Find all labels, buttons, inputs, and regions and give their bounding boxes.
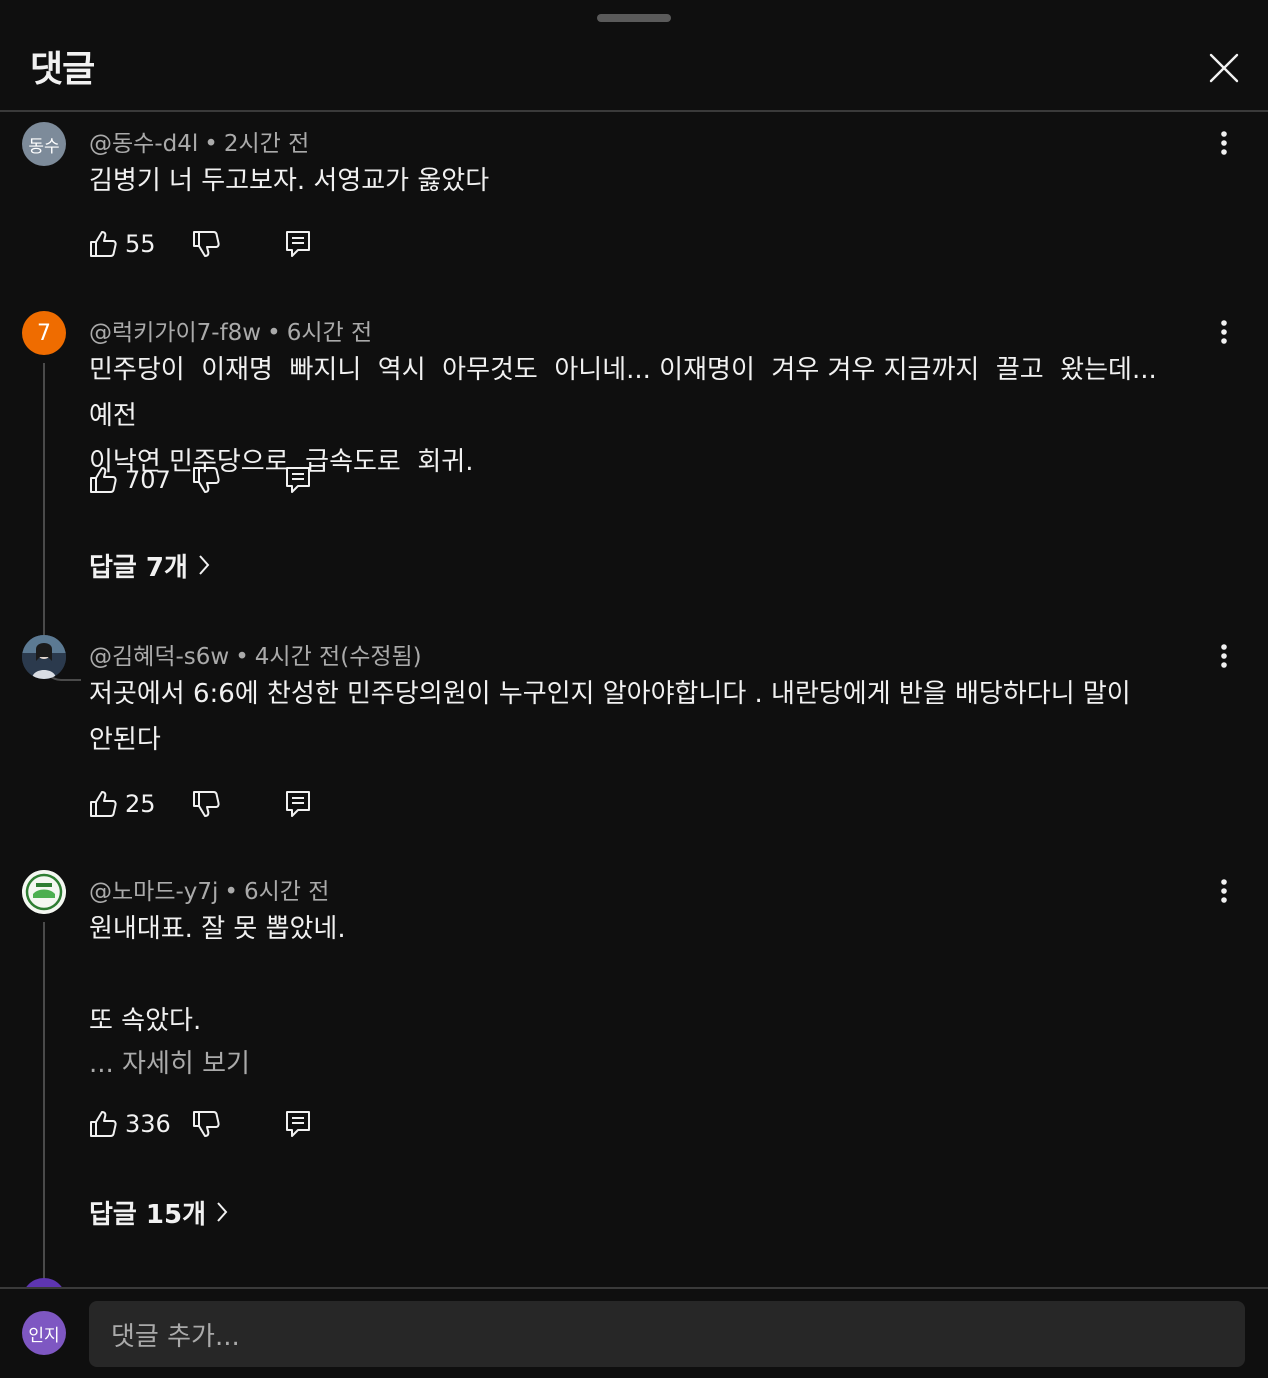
like-button[interactable]: 707 <box>89 460 171 500</box>
comment-composer: 인지 댓글 추가... <box>0 1289 1268 1378</box>
like-button[interactable]: 25 <box>89 784 156 824</box>
next-comment-peek <box>0 1262 1268 1287</box>
comment-author[interactable]: @럭키가이7-f8w <box>89 320 261 346</box>
comment-menu-button[interactable] <box>1204 312 1244 352</box>
comment-meta: @동수-d4l • 2시간 전 <box>89 124 309 158</box>
comment-time: 6시간 전 <box>286 320 373 346</box>
read-more-link[interactable]: ... 자세히 보기 <box>89 1041 250 1087</box>
reply-button[interactable] <box>285 784 311 824</box>
thumb-down-icon <box>193 231 220 257</box>
thumb-up-icon <box>90 467 117 493</box>
comment-time: 6시간 전 <box>244 879 330 905</box>
dislike-button[interactable] <box>192 224 220 264</box>
view-replies-button[interactable]: 답글 7개 <box>89 545 210 585</box>
like-count: 25 <box>125 790 156 818</box>
more-vert-icon <box>1221 644 1227 668</box>
add-comment-input[interactable]: 댓글 추가... <box>89 1301 1245 1367</box>
replies-label: 답글 7개 <box>89 552 188 583</box>
reply-icon <box>286 467 310 493</box>
more-vert-icon <box>1221 131 1227 155</box>
dislike-button[interactable] <box>192 460 220 500</box>
reply-icon <box>286 791 310 817</box>
avatar-text: 인지 <box>28 1325 60 1346</box>
comment-actions: 707 <box>89 460 389 500</box>
reply-icon <box>286 1111 310 1137</box>
comment-meta: @노마드-y7j • 6시간 전 <box>89 872 329 906</box>
like-count: 336 <box>125 1110 171 1138</box>
avatar[interactable] <box>22 635 66 679</box>
reply-button[interactable] <box>285 1104 311 1144</box>
comment-actions: 25 <box>89 784 389 824</box>
like-count: 55 <box>125 230 156 258</box>
current-user-avatar[interactable]: 인지 <box>22 1311 66 1355</box>
comment-menu-button[interactable] <box>1204 871 1244 911</box>
avatar-text: 7 <box>37 320 51 346</box>
comment-menu-button[interactable] <box>1204 123 1244 163</box>
like-button[interactable]: 55 <box>89 224 156 264</box>
more-vert-icon <box>1221 879 1227 903</box>
like-button[interactable]: 336 <box>89 1104 171 1144</box>
dislike-button[interactable] <box>192 784 220 824</box>
comment-text: 김병기 너 두고보자. 서영교가 옳았다 <box>89 166 490 196</box>
thumb-up-icon <box>90 1111 117 1137</box>
avatar-text: 동수 <box>28 136 60 157</box>
chevron-right-icon <box>199 555 210 575</box>
avatar[interactable] <box>22 870 66 914</box>
profile-logo-icon <box>22 870 66 914</box>
avatar[interactable]: 7 <box>22 311 66 355</box>
thumb-down-icon <box>193 1111 220 1137</box>
close-icon <box>1209 53 1239 83</box>
dislike-button[interactable] <box>192 1104 220 1144</box>
profile-photo-icon <box>22 635 66 679</box>
thumb-down-icon <box>193 791 220 817</box>
comment-actions: 55 <box>89 224 389 264</box>
drag-handle[interactable] <box>597 14 671 22</box>
comment-list[interactable]: 동수 @동수-d4l • 2시간 전 김병기 너 두고보자. 서영교가 옳았다 55… <box>0 112 1268 1286</box>
like-count: 707 <box>125 466 171 494</box>
meta-separator: • <box>267 320 281 346</box>
comment-author[interactable]: @김혜덕-s6w <box>89 644 229 670</box>
comment-meta: @럭키가이7-f8w • 6시간 전 <box>89 313 372 347</box>
view-replies-button[interactable]: 답글 15개 <box>89 1192 228 1232</box>
comment-meta: @김혜덕-s6w • 4시간 전(수정됨) <box>89 637 422 671</box>
thumb-down-icon <box>193 467 220 493</box>
comment-author[interactable]: @동수-d4l <box>89 131 198 157</box>
thread-line <box>43 363 81 681</box>
thumb-up-icon <box>90 231 117 257</box>
meta-separator: • <box>235 644 249 670</box>
comment-author[interactable]: @노마드-y7j <box>89 879 218 905</box>
comment-menu-button[interactable] <box>1204 636 1244 676</box>
replies-label: 답글 15개 <box>89 1199 206 1230</box>
add-comment-placeholder: 댓글 추가... <box>111 1321 240 1352</box>
reply-button[interactable] <box>285 224 311 264</box>
avatar <box>22 1278 66 1287</box>
comment-actions: 336 <box>89 1104 389 1144</box>
page-title: 댓글 <box>30 49 95 90</box>
close-button[interactable] <box>1200 44 1248 92</box>
thumb-up-icon <box>90 791 117 817</box>
comment-time: 2시간 전 <box>223 131 310 157</box>
chevron-right-icon <box>217 1202 228 1222</box>
comment-text: 저곳에서 6:6에 찬성한 민주당의원이 누구인지 알아야합니다 . 내란당에게… <box>89 679 1131 755</box>
avatar[interactable]: 동수 <box>22 122 66 166</box>
reply-button[interactable] <box>285 460 311 500</box>
meta-separator: • <box>204 131 218 157</box>
reply-icon <box>286 231 310 257</box>
meta-separator: • <box>224 879 238 905</box>
comment-time: 4시간 전(수정됨) <box>254 644 422 670</box>
comment-text: 원내대표. 잘 못 뽑았네. 또 속았다. <box>89 914 346 1036</box>
more-vert-icon <box>1221 320 1227 344</box>
thread-line <box>43 922 81 1286</box>
